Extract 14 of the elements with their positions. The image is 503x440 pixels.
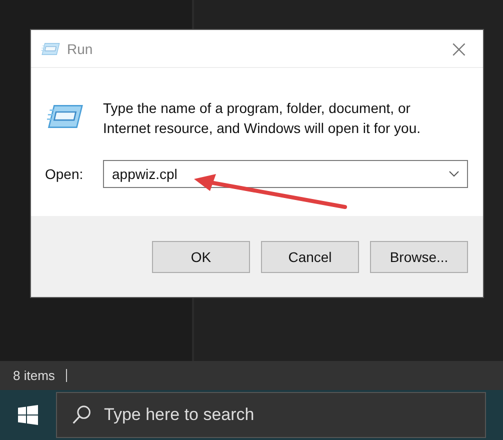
search-field[interactable]: Type here to search <box>56 392 486 438</box>
status-text: 8 items <box>13 368 55 383</box>
dialog-button[interactable]: Browse... <box>370 240 468 272</box>
open-label: Open: <box>45 166 84 182</box>
window-title: Run <box>67 40 93 56</box>
dialog-button[interactable]: Cancel <box>261 240 359 272</box>
dialog-button[interactable]: OK <box>152 240 250 272</box>
run-icon <box>45 103 85 130</box>
search-icon <box>72 405 92 425</box>
open-combobox[interactable]: appwiz.cpl <box>103 160 468 188</box>
prompt-text: Type the name of a program, folder, document, or Internet resource, and Windows will open it for you. <box>103 99 422 138</box>
chevron-icon[interactable] <box>449 171 459 177</box>
run-icon <box>40 42 61 56</box>
close-button[interactable]: × <box>444 36 473 60</box>
